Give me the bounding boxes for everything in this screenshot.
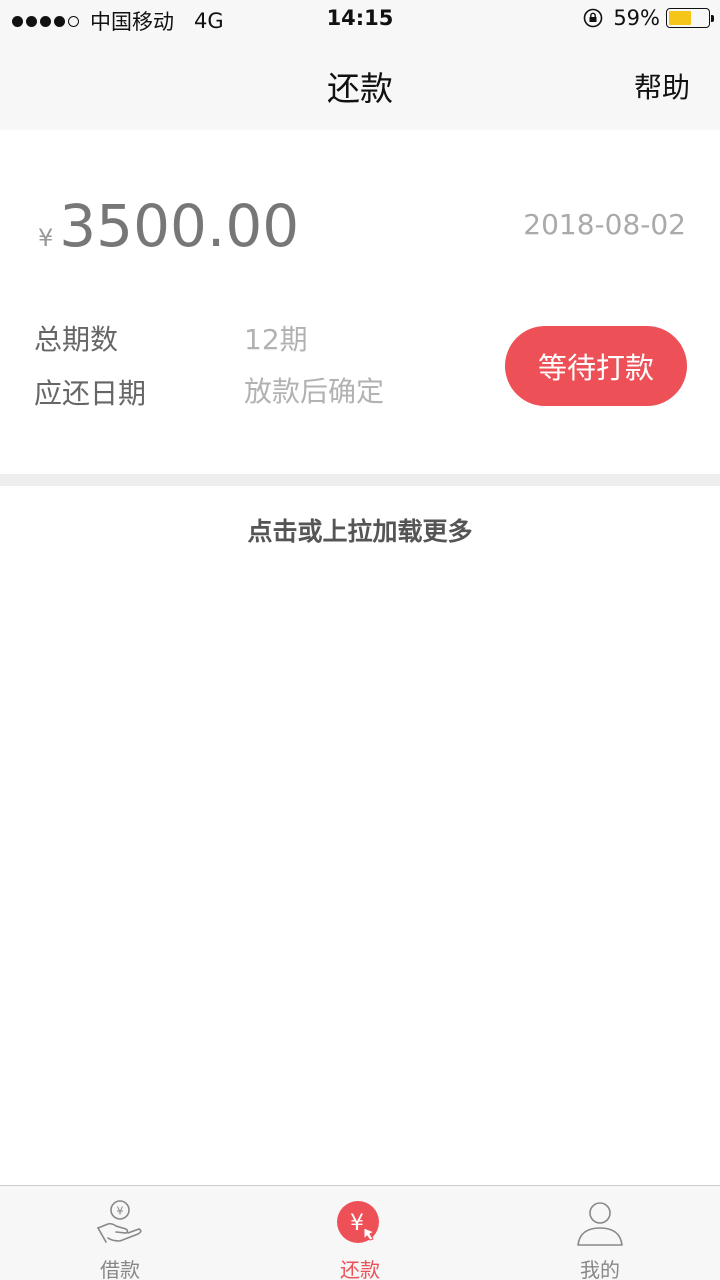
tab-repay-label: 还款 <box>340 1258 380 1280</box>
battery-percent: 59% <box>613 6 660 30</box>
total-periods-value: 12期 <box>244 323 308 356</box>
loan-hand-icon: ¥ <box>97 1200 142 1243</box>
user-profile-icon <box>577 1202 623 1246</box>
due-date-value: 放款后确定 <box>244 375 385 408</box>
status-right: 59% <box>583 6 714 30</box>
section-divider <box>0 474 720 486</box>
amount-row: ¥ 3500.00 <box>38 192 299 260</box>
tab-loan[interactable]: ¥ 借款 <box>0 1186 240 1280</box>
navigation-bar: 还款 帮助 <box>0 40 720 130</box>
tab-repay[interactable]: ¥ 还款 <box>240 1186 480 1280</box>
total-periods-label: 总期数 <box>34 323 119 356</box>
currency-symbol: ¥ <box>38 224 54 252</box>
battery-fill <box>669 11 692 25</box>
load-more-link[interactable]: 点击或上拉加载更多 <box>0 512 720 548</box>
help-button[interactable]: 帮助 <box>634 66 690 106</box>
awaiting-payment-button[interactable]: 等待打款 <box>505 326 687 406</box>
loan-date: 2018-08-02 <box>523 208 686 241</box>
repay-yen-icon: ¥ <box>337 1201 379 1243</box>
status-bar: 中国移动 4G 14:15 59% <box>0 0 720 40</box>
svg-text:¥: ¥ <box>117 1205 124 1218</box>
rotation-lock-icon <box>584 8 603 28</box>
battery-icon <box>666 8 714 28</box>
svg-text:¥: ¥ <box>350 1211 364 1236</box>
page-title: 还款 <box>327 69 393 108</box>
tab-loan-label: 借款 <box>100 1258 140 1280</box>
due-date-label: 应还日期 <box>34 377 147 410</box>
tab-bar: ¥ 借款 ¥ 还款 我的 <box>0 1185 720 1280</box>
loan-amount: 3500.00 <box>59 192 300 260</box>
tab-mine[interactable]: 我的 <box>480 1186 720 1280</box>
tab-mine-label: 我的 <box>580 1258 620 1280</box>
repayment-card: ¥ 3500.00 2018-08-02 总期数 12期 应还日期 放款后确定 … <box>0 130 720 474</box>
